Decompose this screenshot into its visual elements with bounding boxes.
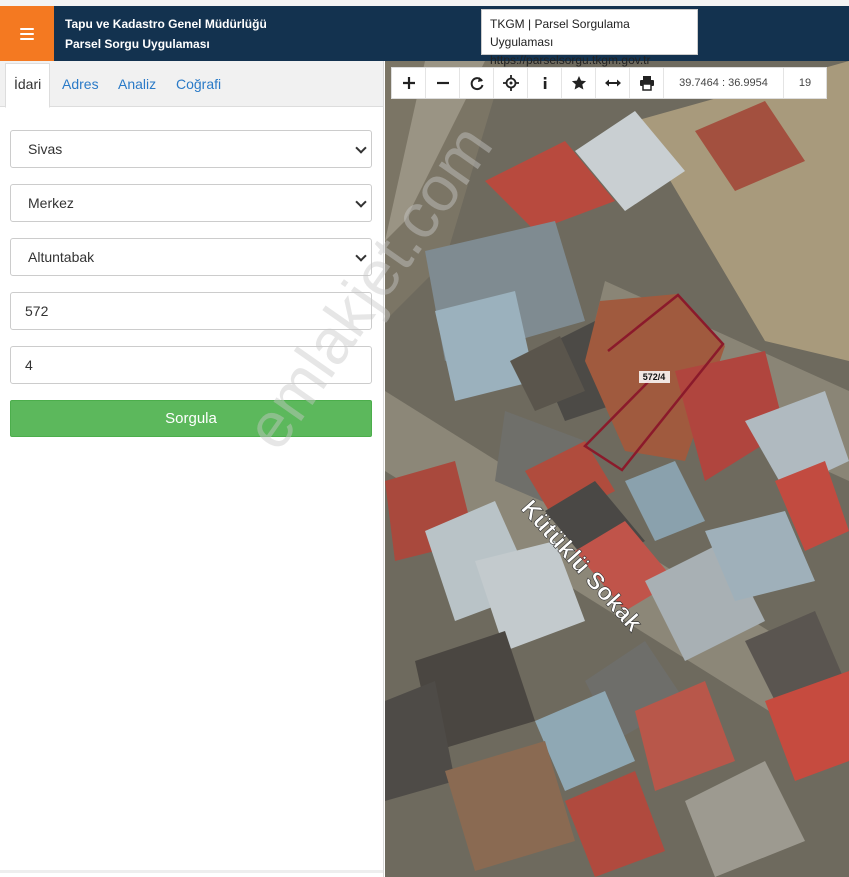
app-tooltip: TKGM | Parsel Sorgulama Uygulaması https… (481, 9, 698, 67)
app-title-line1: Tapu ve Kadastro Genel Müdürlüğü (65, 17, 267, 31)
sidebar-divider (0, 870, 383, 873)
locate-icon (502, 75, 519, 91)
satellite-map[interactable]: 572/4 Kütüklü Sokak (385, 61, 849, 877)
hamburger-icon (20, 27, 34, 40)
mahalle-select-value: Altuntabak (28, 249, 95, 265)
refresh-icon (470, 77, 483, 91)
coordinate-readout: 39.7464 : 36.9954 (664, 68, 784, 98)
star-icon (571, 76, 586, 90)
mahalle-select[interactable]: Altuntabak (10, 238, 372, 276)
favorite-button[interactable] (562, 68, 596, 98)
tab-bar: İdari Adres Analiz Coğrafi (0, 61, 383, 108)
parsel-input-value: 4 (25, 357, 33, 373)
tooltip-line1: TKGM | Parsel Sorgulama Uygulaması (490, 17, 630, 49)
sidebar: İdari Adres Analiz Coğrafi Sivas Merkez … (0, 61, 384, 877)
print-icon (639, 76, 654, 91)
zoom-level: 19 (798, 77, 812, 89)
ilce-select-value: Merkez (28, 195, 74, 211)
info-button[interactable] (528, 68, 562, 98)
sorgula-button[interactable]: Sorgula (10, 400, 372, 437)
app-title-line2: Parsel Sorgu Uygulaması (65, 37, 210, 51)
chevron-down-icon (355, 142, 367, 154)
chevron-down-icon (355, 250, 367, 262)
zoom-out-icon (436, 81, 449, 85)
zoom-in-icon (402, 77, 415, 89)
il-select-value: Sivas (28, 141, 63, 157)
ada-input-value: 572 (25, 303, 49, 319)
app-title: Tapu ve Kadastro Genel Müdürlüğü Parsel … (65, 14, 267, 54)
zoom-in-button[interactable] (392, 68, 426, 98)
ilce-select[interactable]: Merkez (10, 184, 372, 222)
tab-idari[interactable]: İdari (5, 63, 51, 108)
zoom-out-button[interactable] (426, 68, 460, 98)
parcel-label[interactable]: 572/4 (643, 372, 666, 382)
map-view[interactable]: 572/4 Kütüklü Sokak (385, 61, 849, 877)
tab-adres[interactable]: Adres (62, 61, 99, 107)
map-toolbar: 39.7464 : 36.9954 19 (391, 67, 827, 99)
tab-cografi[interactable]: Coğrafi (176, 61, 221, 107)
menu-button[interactable] (0, 6, 54, 61)
parsel-input[interactable]: 4 (10, 346, 372, 384)
measure-icon (604, 79, 621, 87)
il-select[interactable]: Sivas (10, 130, 372, 168)
chevron-down-icon (355, 196, 367, 208)
ada-input[interactable]: 572 (10, 292, 372, 330)
app-header: Tapu ve Kadastro Genel Müdürlüğü Parsel … (0, 6, 849, 61)
locate-button[interactable] (494, 68, 528, 98)
refresh-button[interactable] (460, 68, 494, 98)
print-button[interactable] (630, 68, 664, 98)
tooltip-line2: https://parselsorgu.tkgm.gov.tr (490, 53, 651, 67)
measure-button[interactable] (596, 68, 630, 98)
tab-analiz[interactable]: Analiz (118, 61, 156, 107)
info-icon (543, 77, 546, 89)
